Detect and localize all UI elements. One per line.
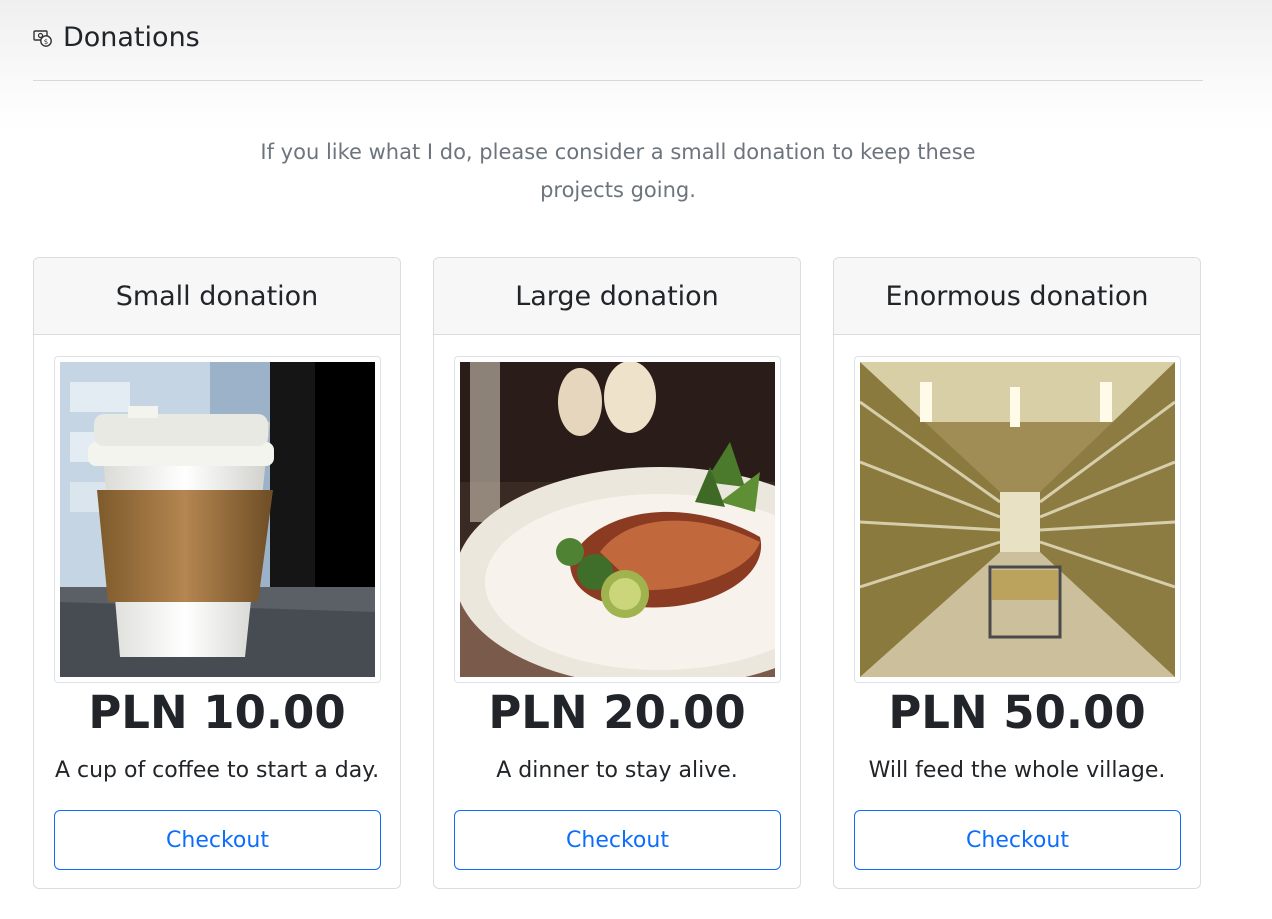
svg-text:$: $ [44,38,48,46]
donation-card-small: Small donation PLN 10.00 A cup of coffee… [33,257,401,889]
card-title: Large donation [434,258,800,335]
donation-card-large: Large donation PLN 20.00 A dinner to sta… [433,257,801,889]
card-description: Will feed the whole village. [868,758,1166,783]
checkout-button-enormous[interactable]: Checkout [854,810,1181,870]
money-cash-icon: $ [33,30,52,47]
page-title: Donations [63,22,200,53]
card-description: A dinner to stay alive. [496,758,738,783]
checkout-button-small[interactable]: Checkout [54,810,381,870]
dinner-plate-image [454,356,781,683]
card-title: Enormous donation [834,258,1200,335]
checkout-button-large[interactable]: Checkout [454,810,781,870]
grocery-aisle-image [854,356,1181,683]
donation-card-enormous: Enormous donation PLN 50.00 Will feed th… [833,257,1201,889]
card-title: Small donation [34,258,400,335]
page-header: $ Donations [33,0,1203,81]
intro-text: If you like what I do, please consider a… [260,140,976,202]
price-label: PLN 10.00 [88,686,346,739]
coffee-cup-image [54,356,381,683]
card-description: A cup of coffee to start a day. [54,758,380,783]
price-label: PLN 50.00 [888,686,1146,739]
price-label: PLN 20.00 [488,686,746,739]
